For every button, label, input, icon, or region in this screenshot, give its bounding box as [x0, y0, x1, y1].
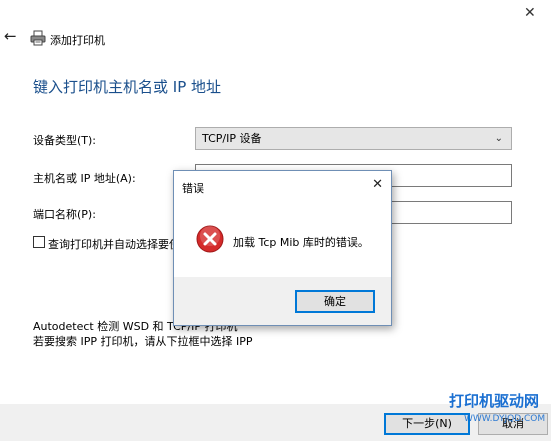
page-title: 键入打印机主机名或 IP 地址 — [33, 78, 222, 96]
query-printer-label: 查询打印机并自动选择要使 — [48, 238, 180, 251]
watermark-logo: 打印机驱动网 — [449, 392, 540, 410]
dialog-body: 加载 Tcp Mib 库时的错误。 — [174, 201, 391, 277]
error-dialog: 错误 ✕ 加载 Tcp Mib 库时的错误。 确定 — [173, 170, 392, 326]
window-title: 添加打印机 — [50, 34, 105, 47]
info-line-ipp: 若要搜索 IPP 打印机，请从下拉框中选择 IPP — [33, 335, 253, 348]
error-icon — [196, 225, 224, 253]
dialog-titlebar: 错误 ✕ — [174, 171, 391, 201]
ok-button[interactable]: 确定 — [295, 290, 375, 313]
watermark-url: WWW.DYJQD.COM — [464, 414, 546, 424]
chevron-down-icon: ⌄ — [494, 133, 503, 144]
dialog-close-icon[interactable]: ✕ — [372, 178, 383, 191]
device-type-value: TCP/IP 设备 — [202, 132, 262, 145]
printer-icon — [30, 30, 46, 46]
back-arrow-icon[interactable]: ← — [4, 29, 17, 44]
dialog-title: 错误 — [182, 182, 204, 195]
device-type-label: 设备类型(T): — [33, 134, 97, 147]
next-button[interactable]: 下一步(N) — [384, 413, 470, 435]
dialog-message: 加载 Tcp Mib 库时的错误。 — [233, 236, 369, 249]
port-label: 端口名称(P): — [33, 208, 96, 221]
query-printer-checkbox[interactable] — [33, 236, 45, 248]
window-close-icon[interactable]: ✕ — [524, 6, 536, 20]
host-label: 主机名或 IP 地址(A): — [33, 172, 136, 185]
device-type-select[interactable]: TCP/IP 设备 ⌄ — [195, 127, 512, 150]
